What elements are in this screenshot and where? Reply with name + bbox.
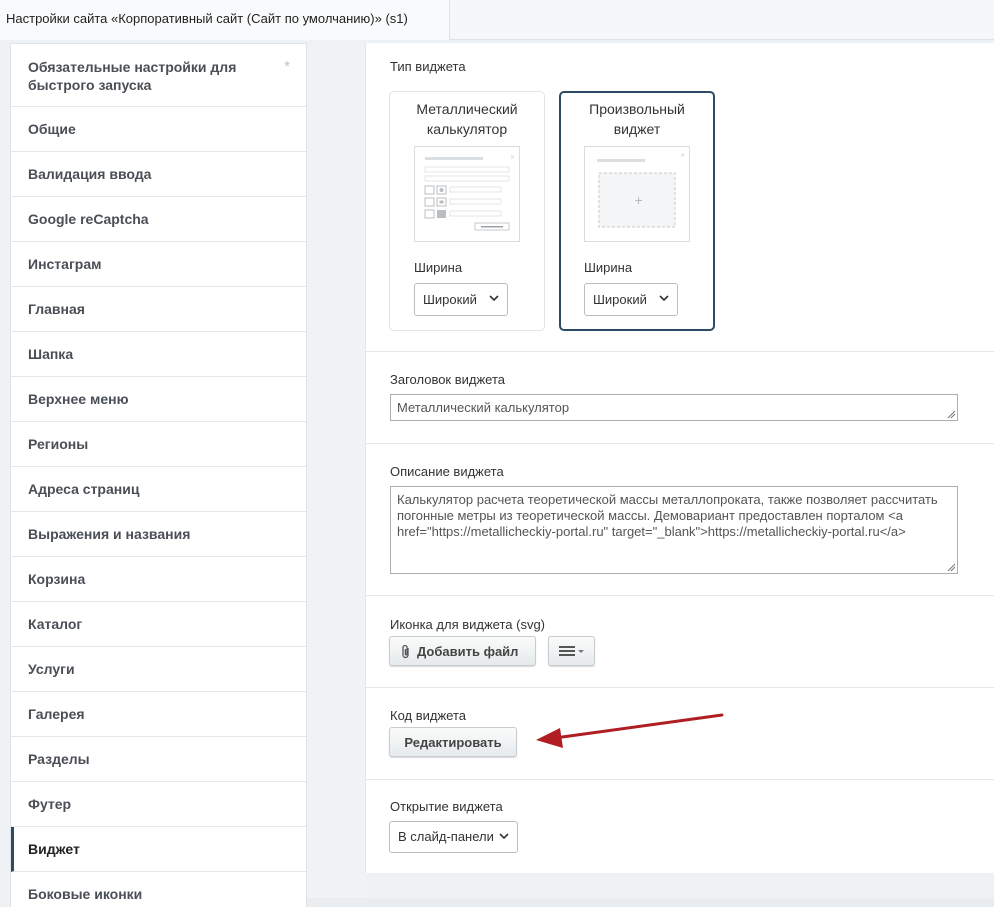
- settings-tab[interactable]: Настройки сайта «Корпоративный сайт (Сай…: [0, 0, 450, 40]
- widget-description-section: Описание виджета Калькулятор расчета тео…: [366, 444, 994, 596]
- settings-sidebar: Обязательные настройки для быстрого запу…: [10, 43, 307, 907]
- sidebar-item-header[interactable]: Шапка: [11, 332, 306, 377]
- widget-type-label: Тип виджета: [390, 59, 466, 74]
- widget-title-input[interactable]: Металлический калькулятор: [390, 394, 958, 421]
- add-file-button[interactable]: Добавить файл: [389, 636, 536, 666]
- calculator-preview-image: ×: [414, 146, 520, 242]
- svg-text:×: ×: [680, 152, 685, 159]
- widget-code-section: Код виджета Редактировать: [366, 688, 994, 780]
- widget-title-section: Заголовок виджета Металлический калькуля…: [366, 352, 994, 444]
- width-select-calculator[interactable]: Широкий: [414, 283, 508, 316]
- menu-icon: [558, 646, 584, 656]
- chevron-down-icon: [489, 295, 499, 302]
- edit-code-label: Редактировать: [404, 734, 502, 750]
- required-star-icon: *: [284, 58, 290, 75]
- sidebar-item-services[interactable]: Услуги: [11, 647, 306, 692]
- top-bar: Настройки сайта «Корпоративный сайт (Сай…: [0, 0, 994, 40]
- sidebar-item-instagram[interactable]: Инстаграм: [11, 242, 306, 287]
- width-select-value: Широкий: [423, 292, 477, 307]
- svg-text:×: ×: [510, 154, 515, 161]
- widget-title-label: Заголовок виджета: [390, 372, 506, 387]
- file-menu-button[interactable]: [548, 636, 595, 666]
- width-select-value: Широкий: [593, 292, 647, 307]
- sidebar-item-page-urls[interactable]: Адреса страниц: [11, 467, 306, 512]
- sidebar-item-gallery[interactable]: Галерея: [11, 692, 306, 737]
- sidebar-item-sections[interactable]: Разделы: [11, 737, 306, 782]
- widget-type-section: Тип виджета Металлический калькулятор ×: [366, 43, 994, 352]
- widget-open-select[interactable]: В слайд-панели: [389, 821, 518, 853]
- sidebar-item-regions[interactable]: Регионы: [11, 422, 306, 467]
- sidebar-item-recaptcha[interactable]: Google reCaptcha: [11, 197, 306, 242]
- sidebar-item-phrases[interactable]: Выражения и названия: [11, 512, 306, 557]
- widget-code-label: Код виджета: [390, 708, 467, 723]
- sidebar-item-required[interactable]: Обязательные настройки для быстрого запу…: [11, 44, 306, 107]
- resize-grip-icon[interactable]: [946, 562, 956, 572]
- width-label: Ширина: [584, 260, 633, 275]
- chevron-down-icon: [659, 295, 669, 302]
- widget-card-custom[interactable]: Произвольный виджет × + Ширина Широкий: [559, 91, 715, 331]
- widget-description-textarea[interactable]: Калькулятор расчета теоретической массы …: [390, 486, 958, 574]
- sidebar-item-side-icons[interactable]: Боковые иконки: [11, 872, 306, 907]
- sidebar-item-footer[interactable]: Футер: [11, 782, 306, 827]
- chevron-down-icon: [499, 833, 509, 840]
- width-label: Ширина: [414, 260, 463, 275]
- widget-open-value: В слайд-панели: [398, 829, 494, 844]
- widget-settings-panel: Тип виджета Металлический калькулятор ×: [365, 43, 994, 873]
- content-gutter: [307, 43, 365, 907]
- custom-widget-preview-image: × +: [584, 146, 690, 242]
- sidebar-item-main[interactable]: Главная: [11, 287, 306, 332]
- sidebar-item-general[interactable]: Общие: [11, 107, 306, 152]
- sidebar-item-top-menu[interactable]: Верхнее меню: [11, 377, 306, 422]
- paperclip-icon: [402, 644, 409, 658]
- svg-text:+: +: [634, 194, 643, 207]
- width-select-custom[interactable]: Широкий: [584, 283, 678, 316]
- sidebar-item-validation[interactable]: Валидация ввода: [11, 152, 306, 197]
- card-title: Произвольный виджет: [589, 101, 685, 137]
- widget-icon-section: Иконка для виджета (svg) Добавить файл: [366, 596, 994, 688]
- widget-card-calculator[interactable]: Металлический калькулятор × Ширина Широк…: [389, 91, 545, 331]
- card-title: Металлический калькулятор: [416, 101, 518, 137]
- sidebar-item-catalog[interactable]: Каталог: [11, 602, 306, 647]
- widget-title-value: Металлический калькулятор: [397, 400, 570, 415]
- bottom-strip: [307, 898, 994, 907]
- edit-code-button[interactable]: Редактировать: [389, 727, 517, 757]
- widget-description-value: Калькулятор расчета теоретической массы …: [397, 492, 938, 539]
- widget-description-label: Описание виджета: [390, 464, 504, 479]
- sidebar-item-widget[interactable]: Виджет: [11, 827, 306, 872]
- sidebar-item-cart[interactable]: Корзина: [11, 557, 306, 602]
- sidebar-item-label: Обязательные настройки для быстрого запу…: [28, 59, 237, 93]
- add-file-label: Добавить файл: [417, 643, 519, 659]
- widget-icon-label: Иконка для виджета (svg): [390, 617, 546, 632]
- resize-grip-icon[interactable]: [946, 409, 956, 419]
- widget-open-section: Открытие виджета В слайд-панели: [366, 780, 994, 873]
- widget-open-label: Открытие виджета: [390, 799, 503, 814]
